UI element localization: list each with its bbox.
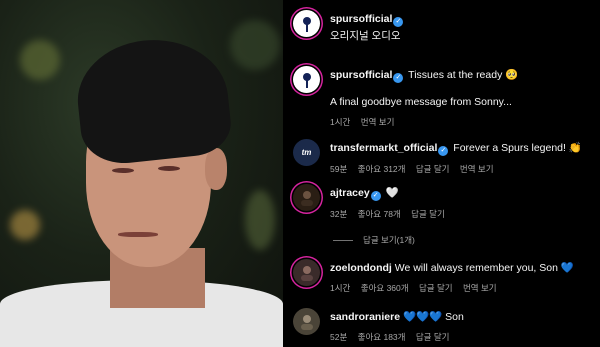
replies-divider — [333, 239, 353, 241]
see-translation-button[interactable]: 번역 보기 — [460, 164, 494, 174]
reply-button[interactable]: 답글 달기 — [416, 164, 450, 174]
comment-time: 59분 — [330, 164, 348, 174]
author-avatar[interactable] — [293, 10, 320, 37]
comment-meta: 1시간 번역 보기 — [330, 115, 594, 129]
commenter-avatar[interactable] — [293, 259, 320, 286]
background-bokeh — [245, 190, 275, 250]
person-mouth — [118, 232, 158, 237]
reply-button[interactable]: 답글 달기 — [411, 209, 445, 219]
see-translation-button[interactable]: 번역 보기 — [361, 117, 395, 127]
comment-text: We will always remember you, Son — [394, 262, 558, 274]
commenter-avatar[interactable] — [293, 184, 320, 211]
reply-button[interactable]: 답글 달기 — [419, 283, 453, 293]
audio-label[interactable]: 오리지널 오디오 — [330, 29, 594, 43]
person-silhouette-icon — [300, 314, 313, 330]
verified-badge-icon: ✓ — [393, 17, 404, 27]
comment-username[interactable]: transfermarkt_official — [330, 142, 437, 154]
commenter-avatar[interactable] — [293, 308, 320, 335]
person-eye — [158, 166, 180, 171]
person-silhouette-icon — [300, 265, 313, 281]
comment-time: 1시간 — [330, 283, 351, 293]
background-bokeh — [20, 40, 60, 80]
person-silhouette-icon — [300, 190, 313, 206]
comment-text: Son — [445, 311, 464, 323]
person-hair — [72, 32, 234, 168]
see-translation-button[interactable]: 번역 보기 — [463, 283, 497, 293]
verified-badge-icon: ✓ — [393, 73, 404, 83]
spurs-crest-icon — [302, 72, 311, 88]
comment-username[interactable]: sandroraniere — [330, 311, 400, 323]
commenter-avatar[interactable]: tm — [293, 139, 320, 166]
likes-count[interactable]: 좋아요 78개 — [358, 209, 401, 219]
verified-badge-icon: ✓ — [438, 146, 449, 156]
blue-heart-emoji: 💙 — [560, 262, 574, 274]
person-eye — [112, 168, 134, 173]
comment-text: Tissues at the ready — [408, 69, 503, 81]
pleading-face-emoji: 🥺 — [505, 69, 519, 81]
likes-count[interactable]: 좋아요 183개 — [358, 332, 406, 342]
view-replies-label: 답글 보기(1개) — [363, 235, 415, 245]
likes-count[interactable]: 좋아요 312개 — [358, 164, 406, 174]
comment-time: 1시간 — [330, 117, 351, 127]
likes-count[interactable]: 좋아요 360개 — [361, 283, 409, 293]
comment-time: 52분 — [330, 332, 348, 342]
background-bokeh — [230, 20, 280, 70]
comment-username[interactable]: spursofficial — [330, 69, 392, 81]
comment-text: Forever a Spurs legend! — [453, 142, 566, 154]
view-replies-button[interactable]: 답글 보기(1개) — [333, 234, 415, 246]
verified-badge-icon: ✓ — [370, 191, 381, 201]
comment-text-line2: A final goodbye message from Sonny... — [330, 96, 512, 108]
post-author[interactable]: spursofficial — [330, 13, 392, 25]
reply-button[interactable]: 답글 달기 — [416, 332, 450, 342]
background-bokeh — [10, 210, 40, 240]
person-ear — [205, 148, 227, 190]
white-heart-emoji: 🤍 — [385, 187, 399, 199]
comment-meta: 59분 좋아요 312개 답글 달기 번역 보기 — [330, 162, 594, 176]
comment-meta: 52분 좋아요 183개 답글 달기 — [330, 330, 594, 344]
comments-panel: spursofficial ✓ 오리지널 오디오 spursofficial ✓ T… — [283, 0, 600, 347]
video-player[interactable] — [0, 0, 283, 347]
clapping-hands-emoji: 👏 — [568, 142, 582, 154]
blue-hearts-emoji: 💙💙💙 — [402, 311, 443, 323]
comment-time: 32분 — [330, 209, 348, 219]
comment-username[interactable]: ajtracey — [330, 187, 370, 199]
comment-meta: 32분 좋아요 78개 답글 달기 — [330, 207, 594, 221]
comment-username[interactable]: zoelondondj — [330, 262, 392, 274]
spurs-crest-icon — [302, 16, 311, 32]
commenter-avatar[interactable] — [293, 66, 320, 93]
comment-meta: 1시간 좋아요 360개 답글 달기 번역 보기 — [330, 281, 594, 295]
